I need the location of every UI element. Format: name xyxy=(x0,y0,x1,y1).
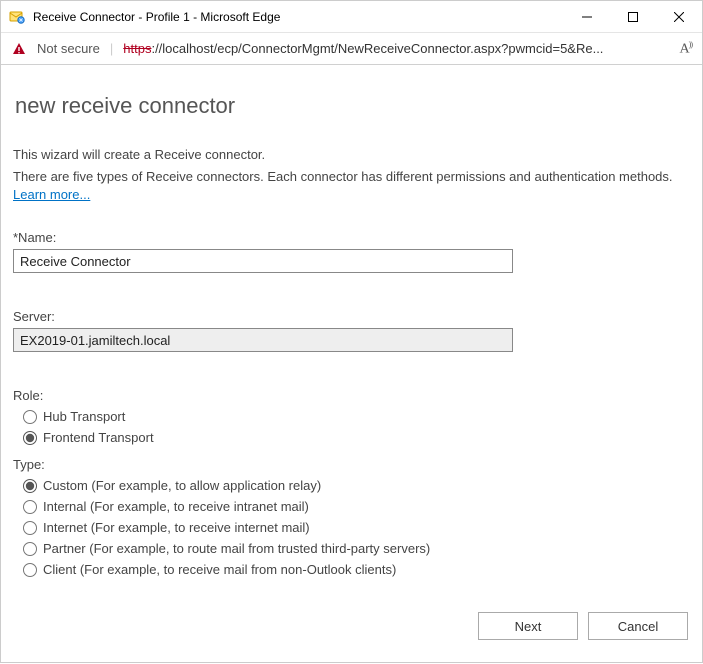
type-radio-custom[interactable] xyxy=(23,479,37,493)
role-label: Role: xyxy=(13,388,690,403)
role-option-frontend[interactable]: Frontend Transport xyxy=(23,430,690,445)
type-option-internal[interactable]: Internal (For example, to receive intran… xyxy=(23,499,690,514)
url-path: ://localhost/ecp/ConnectorMgmt/NewReceiv… xyxy=(151,41,603,56)
server-label: Server: xyxy=(13,309,690,324)
app-icon xyxy=(9,9,25,25)
name-field-block: *Name: xyxy=(13,230,690,273)
not-secure-label[interactable]: Not secure xyxy=(37,41,100,56)
type-radio-client[interactable] xyxy=(23,563,37,577)
intro-line2: There are five types of Receive connecto… xyxy=(13,168,690,204)
name-input[interactable] xyxy=(13,249,513,273)
type-radio-client-label: Client (For example, to receive mail fro… xyxy=(43,562,396,577)
cancel-button[interactable]: Cancel xyxy=(588,612,688,640)
role-radio-frontend-label: Frontend Transport xyxy=(43,430,154,445)
type-label: Type: xyxy=(13,457,690,472)
learn-more-link[interactable]: Learn more... xyxy=(13,187,90,202)
intro-line1: This wizard will create a Receive connec… xyxy=(13,147,690,162)
role-radio-frontend[interactable] xyxy=(23,431,37,445)
intro-line2-text: There are five types of Receive connecto… xyxy=(13,169,673,184)
addressbar-separator: | xyxy=(110,41,113,56)
type-radio-partner-label: Partner (For example, to route mail from… xyxy=(43,541,430,556)
type-option-custom[interactable]: Custom (For example, to allow applicatio… xyxy=(23,478,690,493)
footer-buttons: Next Cancel xyxy=(478,612,688,640)
type-radio-group: Custom (For example, to allow applicatio… xyxy=(23,478,690,577)
type-option-client[interactable]: Client (For example, to receive mail fro… xyxy=(23,562,690,577)
window-titlebar: Receive Connector - Profile 1 - Microsof… xyxy=(1,1,702,33)
close-button[interactable] xyxy=(656,1,702,33)
type-radio-internet[interactable] xyxy=(23,521,37,535)
maximize-button[interactable] xyxy=(610,1,656,33)
page-heading: new receive connector xyxy=(15,93,690,119)
role-radio-hub-label: Hub Transport xyxy=(43,409,125,424)
role-radio-group: Hub Transport Frontend Transport xyxy=(23,409,690,445)
name-label: *Name: xyxy=(13,230,690,245)
type-radio-internet-label: Internet (For example, to receive intern… xyxy=(43,520,310,535)
window-controls xyxy=(564,1,702,33)
server-field-block: Server: xyxy=(13,309,690,352)
type-option-internet[interactable]: Internet (For example, to receive intern… xyxy=(23,520,690,535)
server-input xyxy=(13,328,513,352)
next-button[interactable]: Next xyxy=(478,612,578,640)
type-option-partner[interactable]: Partner (For example, to route mail from… xyxy=(23,541,690,556)
type-radio-internal[interactable] xyxy=(23,500,37,514)
minimize-button[interactable] xyxy=(564,1,610,33)
type-radio-internal-label: Internal (For example, to receive intran… xyxy=(43,499,309,514)
not-secure-icon xyxy=(11,41,27,57)
role-radio-hub[interactable] xyxy=(23,410,37,424)
page-content: new receive connector This wizard will c… xyxy=(1,65,702,664)
type-radio-partner[interactable] xyxy=(23,542,37,556)
read-aloud-icon[interactable]: A)) xyxy=(680,40,692,58)
type-radio-custom-label: Custom (For example, to allow applicatio… xyxy=(43,478,321,493)
window-title: Receive Connector - Profile 1 - Microsof… xyxy=(33,10,564,24)
address-bar: Not secure | https://localhost/ecp/Conne… xyxy=(1,33,702,65)
role-option-hub[interactable]: Hub Transport xyxy=(23,409,690,424)
url-display[interactable]: https://localhost/ecp/ConnectorMgmt/NewR… xyxy=(123,41,669,56)
url-scheme: https xyxy=(123,41,151,56)
